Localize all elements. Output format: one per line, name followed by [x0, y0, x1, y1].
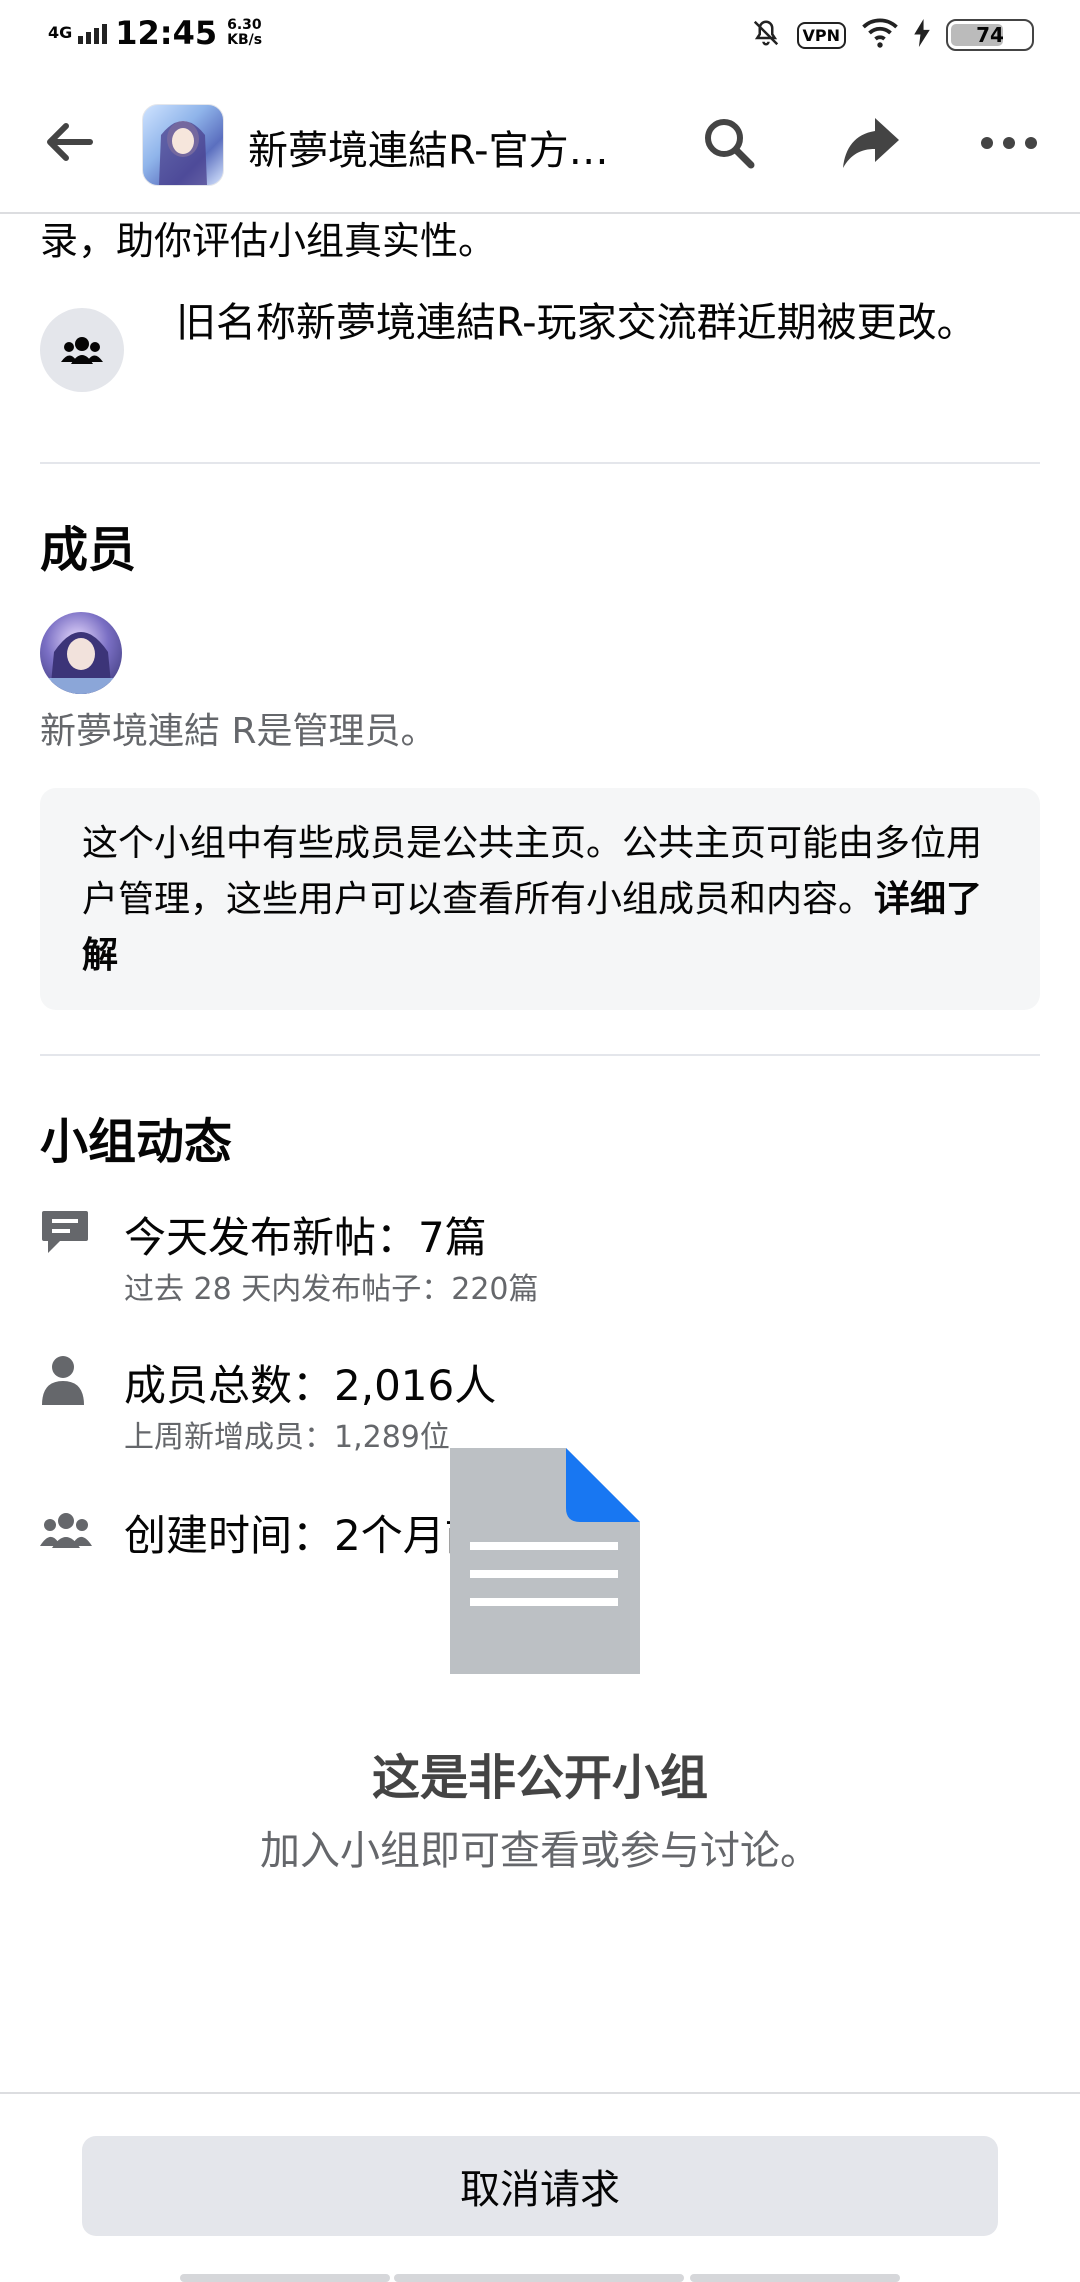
divider: [40, 1054, 1040, 1056]
notice-text: 这个小组中有些成员是公共主页。公共主页可能由多位用户管理，这些用户可以查看所有小…: [82, 816, 1012, 984]
notice-body: 这个小组中有些成员是公共主页。公共主页可能由多位用户管理，这些用户可以查看所有小…: [82, 823, 983, 920]
nav-hint: [394, 2274, 684, 2282]
signal-icon: [78, 22, 108, 44]
private-group-title: 这是非公开小组: [371, 1750, 708, 1806]
speed-value: 6.30: [227, 17, 262, 33]
search-icon: [705, 119, 755, 169]
members-new: 上周新增成员：1,289位: [124, 1420, 450, 1455]
search-button[interactable]: [694, 108, 764, 178]
members-total: 成员总数：2,016人: [124, 1361, 497, 1410]
share-button[interactable]: [836, 108, 906, 178]
nav-hint: [180, 2274, 390, 2282]
posts-28d: 过去 28 天内发布帖子：220篇: [124, 1272, 539, 1307]
pages-notice: 这个小组中有些成员是公共主页。公共主页可能由多位用户管理，这些用户可以查看所有小…: [40, 788, 1040, 1010]
created-time: 创建时间：2个月前: [124, 1511, 487, 1560]
back-button[interactable]: [40, 112, 100, 172]
history-text: 录，助你评估小组真实性。: [40, 219, 497, 263]
arrow-left-icon: [47, 123, 93, 161]
activity-heading: 小组动态: [40, 1114, 233, 1170]
battery-level: 74: [976, 23, 1004, 47]
group-icon-circle: [40, 308, 124, 392]
speed-unit: KB/s: [227, 32, 263, 48]
more-icon: [981, 137, 1037, 149]
share-icon: [843, 118, 899, 168]
divider: [40, 462, 1040, 464]
bottom-action-bar: 取消请求: [0, 2092, 1080, 2282]
chat-bubble-icon: [40, 1206, 92, 1258]
battery-indicator: 74: [946, 19, 1034, 51]
group-title[interactable]: 新夢境連結R-官方…: [248, 118, 638, 176]
vpn-badge: VPN: [796, 21, 846, 49]
person-icon: [40, 1354, 92, 1406]
nav-hint: [690, 2274, 900, 2282]
group-icon: [40, 1504, 92, 1556]
members-heading: 成员: [40, 522, 137, 578]
wifi-icon: [862, 18, 898, 52]
status-bar: 4G 12:45 6.30 KB/s VPN 74: [0, 0, 1080, 72]
charging-icon: [914, 19, 930, 51]
document-icon: [450, 1448, 640, 1674]
private-group-subtitle: 加入小组即可查看或参与讨论。: [260, 1828, 820, 1874]
admin-avatar[interactable]: [40, 612, 122, 694]
network-type: 4G: [48, 23, 73, 42]
group-icon: [61, 337, 103, 364]
mute-icon: [751, 18, 781, 52]
posts-today: 今天发布新帖：7篇: [124, 1213, 487, 1262]
group-avatar[interactable]: [142, 104, 224, 186]
network-speed: 6.30 KB/s: [227, 18, 262, 48]
top-app-bar: 新夢境連結R-官方…: [0, 72, 1080, 214]
admin-text: 新夢境連結 R是管理员。: [40, 711, 437, 752]
more-options-button[interactable]: [974, 108, 1044, 178]
clock: 12:45: [115, 14, 218, 52]
old-name-text: 旧名称新夢境連結R-玩家交流群近期被更改。: [176, 300, 977, 346]
cancel-request-button[interactable]: 取消请求: [82, 2136, 998, 2236]
